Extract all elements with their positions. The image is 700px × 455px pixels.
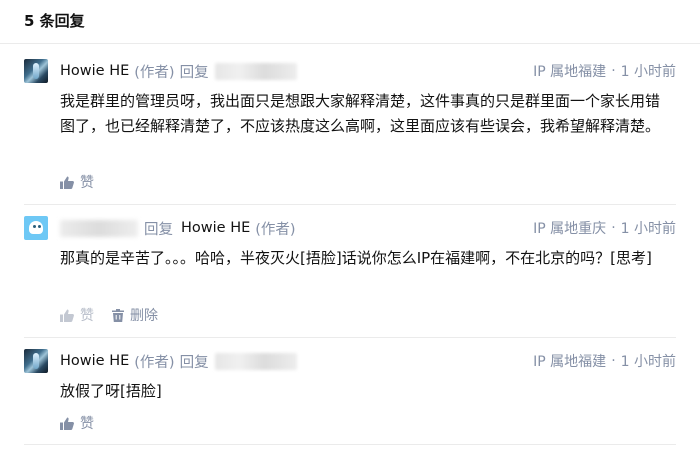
comment-content: 那真的是辛苦了。。。哈哈，半夜灭火[捂脸]话说你怎么IP在福建啊，不在北京的吗？… — [60, 249, 652, 267]
like-button[interactable]: 赞 — [60, 172, 94, 192]
timestamp: 1 小时前 — [620, 221, 676, 237]
blurred-username — [214, 62, 297, 80]
comment-actions: 赞 — [60, 172, 112, 192]
timestamp: 1 小时前 — [620, 64, 676, 80]
ip-location: IP 属地重庆 — [533, 221, 607, 237]
author-tag: (作者) — [134, 354, 175, 371]
reply-label: 回复 — [179, 64, 209, 81]
avatar[interactable] — [24, 216, 48, 240]
comment-info: IP 属地福建 · 1 小时前 — [533, 351, 676, 371]
comment-info: IP 属地福建 · 1 小时前 — [533, 61, 676, 81]
comment-meta: 回复 Howie HE (作者) — [60, 218, 296, 238]
like-button[interactable]: 赞 — [60, 413, 94, 433]
comment-item: Howie HE (作者) 回复 IP 属地福建 · 1 小时前 放假了呀[捂脸… — [24, 349, 676, 445]
comment-item: Howie HE (作者) 回复 IP 属地福建 · 1 小时前 我是群里的管理… — [24, 59, 676, 205]
comment-meta: Howie HE (作者) 回复 — [60, 61, 297, 81]
like-label: 赞 — [80, 175, 94, 191]
blurred-username — [214, 352, 297, 370]
comment-actions: 赞 删除 — [60, 305, 176, 325]
comment-info: IP 属地重庆 · 1 小时前 — [533, 218, 676, 238]
reply-label: 回复 — [179, 354, 209, 371]
like-button[interactable]: 赞 — [60, 305, 94, 325]
replies-header: 5 条回复 — [0, 0, 700, 44]
author-tag: (作者) — [134, 64, 175, 81]
separator-dot: · — [611, 353, 616, 369]
delete-button[interactable]: 删除 — [112, 305, 158, 325]
target-author-name[interactable]: Howie HE — [181, 220, 250, 236]
comment-content: 放假了呀[捂脸] — [60, 382, 162, 400]
like-label: 赞 — [80, 308, 94, 324]
comment-meta: Howie HE (作者) 回复 — [60, 351, 297, 371]
author-name[interactable]: Howie HE — [60, 353, 129, 369]
thumbs-up-icon — [60, 176, 74, 189]
ip-location: IP 属地福建 — [533, 64, 607, 80]
separator-dot: · — [611, 63, 616, 79]
blurred-username — [60, 219, 138, 237]
comment-item: 回复 Howie HE (作者) IP 属地重庆 · 1 小时前 那真的是辛苦了… — [24, 216, 676, 338]
comment-actions: 赞 — [60, 413, 112, 433]
avatar[interactable] — [24, 349, 48, 373]
delete-label: 删除 — [130, 308, 158, 324]
reply-label: 回复 — [144, 221, 173, 238]
ip-location: IP 属地福建 — [533, 354, 607, 370]
like-label: 赞 — [80, 416, 94, 432]
thumbs-up-icon — [60, 417, 74, 430]
trash-icon — [112, 308, 124, 322]
thumbs-up-icon — [60, 309, 74, 322]
reply-count-title: 5 条回复 — [24, 12, 85, 30]
author-name[interactable]: Howie HE — [60, 63, 129, 79]
avatar[interactable] — [24, 59, 48, 83]
timestamp: 1 小时前 — [620, 354, 676, 370]
comment-content: 我是群里的管理员呀，我出面只是想跟大家解释清楚，这件事真的只是群里面一个家长用错… — [60, 92, 661, 135]
author-tag: (作者) — [255, 221, 296, 238]
separator-dot: · — [611, 220, 616, 236]
